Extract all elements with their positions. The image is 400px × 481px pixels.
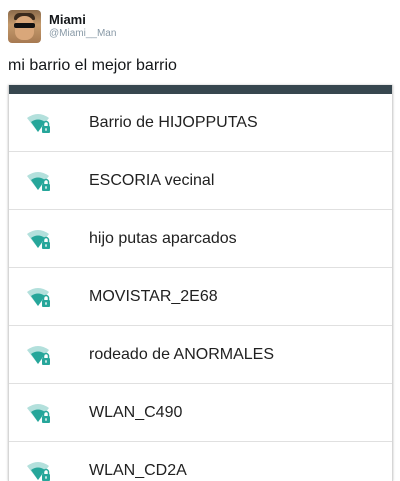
network-name: rodeado de ANORMALES [89,345,274,363]
network-item[interactable]: WLAN_CD2A [9,442,392,481]
wifi-locked-icon [26,286,52,308]
wifi-locked-icon [26,112,52,134]
avatar-sunglasses [14,22,35,28]
tweet-text: mi barrio el mejor barrio [8,57,177,74]
author-names: Miami @Miami__Man [49,12,116,40]
wifi-locked-icon [26,460,52,481]
wifi-header-bar [9,85,392,94]
network-name: ESCORIA vecinal [89,171,215,189]
network-name: WLAN_C490 [89,403,183,421]
network-name: MOVISTAR_2E68 [89,287,218,305]
display-name[interactable]: Miami [49,12,116,27]
network-list: Barrio de HIJOPPUTAS ESCORIA vecinal hijo … [9,94,392,481]
network-item[interactable]: rodeado de ANORMALES [9,326,392,384]
network-item[interactable]: hijo putas aparcados [9,210,392,268]
wifi-network-list-screenshot: Barrio de HIJOPPUTAS ESCORIA vecinal hijo … [8,85,393,481]
avatar-face [15,15,34,40]
network-name: Barrio de HIJOPPUTAS [89,113,258,131]
wifi-locked-icon [26,344,52,366]
tweet-header: Miami @Miami__Man [8,8,116,44]
wifi-locked-icon [26,228,52,250]
wifi-locked-icon [26,402,52,424]
network-item[interactable]: Barrio de HIJOPPUTAS [9,94,392,152]
handle[interactable]: @Miami__Man [49,27,116,40]
network-item[interactable]: ESCORIA vecinal [9,152,392,210]
network-name: WLAN_CD2A [89,461,187,479]
network-item[interactable]: MOVISTAR_2E68 [9,268,392,326]
wifi-locked-icon [26,170,52,192]
avatar[interactable] [8,9,41,43]
network-item[interactable]: WLAN_C490 [9,384,392,442]
network-name: hijo putas aparcados [89,229,237,247]
